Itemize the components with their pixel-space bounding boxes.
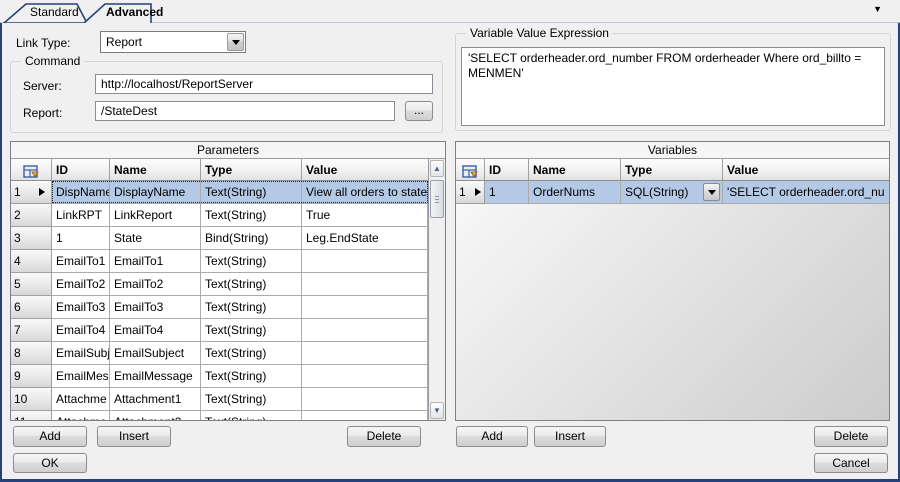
parameters-column-header-id[interactable]: ID [52,159,110,181]
parameters-grid: Parameters ID Name Type Value 1 DispName… [10,141,446,421]
report-input[interactable] [95,101,395,121]
expression-group-title: Variable Value Expression [466,26,613,40]
server-label: Server: [23,79,62,93]
cancel-button[interactable]: Cancel [814,453,888,473]
current-row-arrow-icon [39,188,45,196]
table-row[interactable]: 1 DispName DisplayName Text(String) View… [11,181,428,204]
table-row[interactable]: 10 Attachme Attachment1 Text(String) [11,388,428,411]
variables-grid-title: Variables [456,142,889,159]
variables-rows: 1 1 OrderNums SQL(String) 'SELECT orderh… [456,181,889,420]
parameters-insert-button[interactable]: Insert [97,426,171,447]
variables-corner-header[interactable] [456,159,485,181]
variables-add-button[interactable]: Add [456,426,528,447]
parameters-grid-title: Parameters [11,142,445,159]
browse-button[interactable]: ... [405,101,433,121]
row-header[interactable]: 9 [11,365,52,388]
link-type-combobox[interactable]: Report [100,31,246,53]
variables-column-header-name[interactable]: Name [529,159,621,181]
row-header[interactable]: 10 [11,388,52,411]
scrollbar-grip-icon [435,196,439,197]
row-header[interactable]: 7 [11,319,52,342]
table-row[interactable]: 4 EmailTo1 EmailTo1 Text(String) [11,250,428,273]
parameters-column-header-name[interactable]: Name [110,159,201,181]
row-header[interactable]: 4 [11,250,52,273]
variables-grid: Variables ID Name Type Value 1 1 OrderNu… [455,141,890,421]
parameters-rows: 1 DispName DisplayName Text(String) View… [11,181,428,420]
chevron-down-icon[interactable]: ▼ [873,4,882,14]
grid-empty-area [456,204,889,420]
server-input[interactable] [95,74,433,94]
current-row-arrow-icon [475,188,481,196]
parameters-column-header-value[interactable]: Value [302,159,428,181]
scrollbar-up-button[interactable]: ▲ [430,160,444,177]
parameters-column-header-type[interactable]: Type [201,159,302,181]
table-row[interactable]: 8 EmailSubj EmailSubject Text(String) [11,342,428,365]
row-header[interactable]: 1 [456,181,485,204]
row-header[interactable]: 1 [11,181,52,204]
row-header[interactable]: 3 [11,227,52,250]
variables-column-header-type[interactable]: Type [621,159,723,181]
link-editor-dialog: Standard Advanced ▼ Link Type: Report Co… [0,0,900,482]
link-type-value: Report [106,35,142,49]
command-group: Command [10,61,443,133]
parameters-add-button[interactable]: Add [13,426,87,447]
command-group-title: Command [21,54,84,68]
parameters-corner-header[interactable] [11,159,52,181]
scrollbar-thumb[interactable] [430,180,444,218]
row-header[interactable]: 8 [11,342,52,365]
parameters-header-row: ID Name Type Value [11,159,428,181]
variables-column-header-id[interactable]: ID [485,159,529,181]
parameters-delete-button[interactable]: Delete [347,426,421,447]
table-row[interactable]: 1 1 OrderNums SQL(String) 'SELECT orderh… [456,181,889,204]
table-row[interactable]: 11 Attachme Attachment2 Text(String) [11,411,428,420]
table-icon [23,165,40,179]
variable-type-dropdown-button[interactable] [703,183,720,201]
row-header[interactable]: 5 [11,273,52,296]
tab-advanced[interactable]: Advanced [106,5,163,19]
variables-insert-button[interactable]: Insert [534,426,606,447]
table-row[interactable]: 3 1 State Bind(String) Leg.EndState [11,227,428,250]
row-header[interactable]: 2 [11,204,52,227]
row-header[interactable]: 11 [11,411,52,420]
scrollbar-down-button[interactable]: ▼ [430,402,444,419]
row-header[interactable]: 6 [11,296,52,319]
table-row[interactable]: 6 EmailTo3 EmailTo3 Text(String) [11,296,428,319]
table-row[interactable]: 9 EmailMes EmailMessage Text(String) [11,365,428,388]
tab-standard[interactable]: Standard [30,5,79,19]
ok-button[interactable]: OK [13,453,87,473]
expression-textarea[interactable]: 'SELECT orderheader.ord_number FROM orde… [461,47,885,126]
chevron-down-icon [232,40,240,45]
link-type-label: Link Type: [16,36,70,50]
table-row[interactable]: 2 LinkRPT LinkReport Text(String) True [11,204,428,227]
variables-delete-button[interactable]: Delete [814,426,888,447]
table-row[interactable]: 5 EmailTo2 EmailTo2 Text(String) [11,273,428,296]
variables-column-header-value[interactable]: Value [723,159,889,181]
link-type-dropdown-button[interactable] [227,33,244,51]
parameters-vertical-scrollbar[interactable]: ▲ ▼ [428,159,445,420]
table-row[interactable]: 7 EmailTo4 EmailTo4 Text(String) [11,319,428,342]
chevron-down-icon [708,190,716,195]
table-icon [462,165,479,179]
report-label: Report: [23,106,62,120]
variables-header-row: ID Name Type Value [456,159,889,181]
